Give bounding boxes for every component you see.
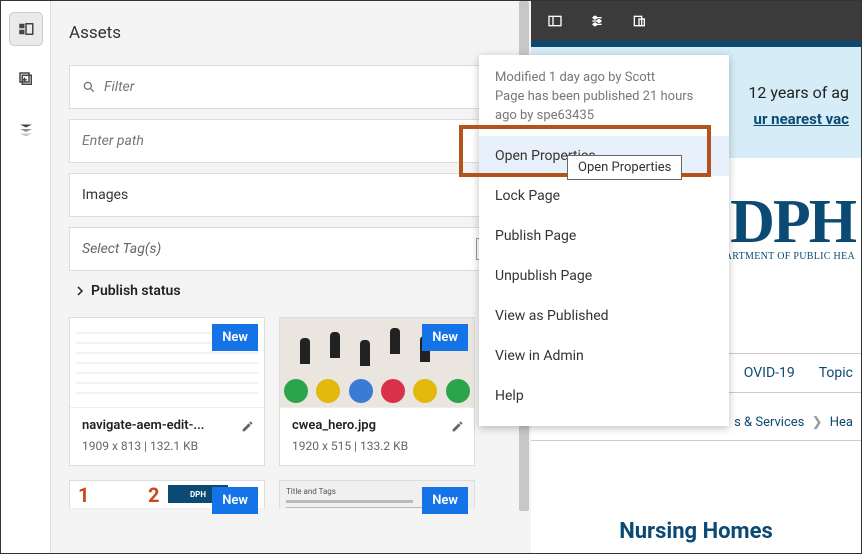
new-badge: New [422, 324, 468, 351]
edit-icon[interactable] [241, 418, 254, 437]
asset-name: navigate-aem-edit-... [82, 418, 222, 433]
published-text: Page has been published 21 hours ago by … [495, 88, 713, 126]
content-tree-icon[interactable] [10, 113, 42, 145]
new-badge: New [422, 487, 468, 514]
chevron-right-icon [75, 286, 85, 296]
modified-text: Modified 1 day ago by Scott [495, 69, 713, 88]
tab-covid[interactable]: OVID-19 [744, 365, 795, 381]
tags-field[interactable]: Select Tag(s) [69, 227, 513, 271]
menu-view-as-published[interactable]: View as Published [479, 296, 729, 336]
asset-card[interactable]: New navigate-aem-edit-... 1909 x 813 | 1… [69, 317, 265, 466]
publish-status-toggle[interactable]: Publish status [75, 283, 513, 299]
banner-link[interactable]: ur nearest vac [754, 110, 849, 128]
menu-help[interactable]: Help [479, 376, 729, 416]
path-field[interactable] [69, 119, 513, 163]
page-info-menu: Modified 1 day ago by Scott Page has bee… [479, 55, 729, 426]
tooltip: Open Properties [567, 155, 682, 180]
menu-unpublish-page[interactable]: Unpublish Page [479, 256, 729, 296]
page-info-icon[interactable] [587, 11, 607, 31]
publish-status-label: Publish status [91, 283, 181, 299]
asset-card[interactable]: New cwea_hero.jpg 1920 x 515 | 133.2 KB [279, 317, 475, 466]
menu-view-in-admin[interactable]: View in Admin [479, 336, 729, 376]
page-heading: Nursing Homes [531, 519, 861, 544]
assets-title: Assets [69, 23, 513, 43]
asset-card[interactable]: Title and Tags New [279, 480, 475, 508]
asset-name: cwea_hero.jpg [292, 418, 432, 433]
tags-placeholder: Select Tag(s) [82, 241, 161, 257]
components-icon[interactable] [10, 63, 42, 95]
edit-icon[interactable] [451, 418, 464, 437]
emulator-icon[interactable] [629, 11, 649, 31]
editor-topbar [531, 1, 861, 41]
search-icon [82, 80, 96, 94]
tab-topics[interactable]: Topic [819, 365, 853, 381]
crumb-services[interactable]: s & Services [734, 415, 804, 430]
asset-dims: 1909 x 813 | 132.1 KB [82, 439, 252, 453]
type-value: Images [82, 187, 128, 203]
asset-dims: 1920 x 515 | 133.2 KB [292, 439, 462, 453]
new-badge: New [212, 487, 258, 514]
assets-panel-toggle-icon[interactable] [10, 13, 42, 45]
assets-panel: Assets Images Select Tag(s) Publish stat… [51, 1, 531, 553]
crumb-hea[interactable]: Hea [830, 415, 853, 430]
filter-input[interactable] [104, 79, 500, 95]
asset-card[interactable]: 1 2 DPH New [69, 480, 265, 508]
breadcrumb-separator: ❯ [812, 415, 823, 430]
path-input[interactable] [82, 133, 500, 149]
left-icon-rail [1, 1, 51, 553]
banner-text: 12 years of ag [748, 83, 849, 102]
toggle-side-panel-icon[interactable] [545, 11, 565, 31]
type-select[interactable]: Images [69, 173, 513, 217]
asset-cards: New navigate-aem-edit-... 1909 x 813 | 1… [69, 317, 513, 508]
menu-lock-page[interactable]: Lock Page [479, 176, 729, 216]
menu-publish-page[interactable]: Publish Page [479, 216, 729, 256]
new-badge: New [212, 324, 258, 351]
page-info-meta: Modified 1 day ago by Scott Page has bee… [479, 69, 729, 136]
filter-field[interactable] [69, 65, 513, 109]
